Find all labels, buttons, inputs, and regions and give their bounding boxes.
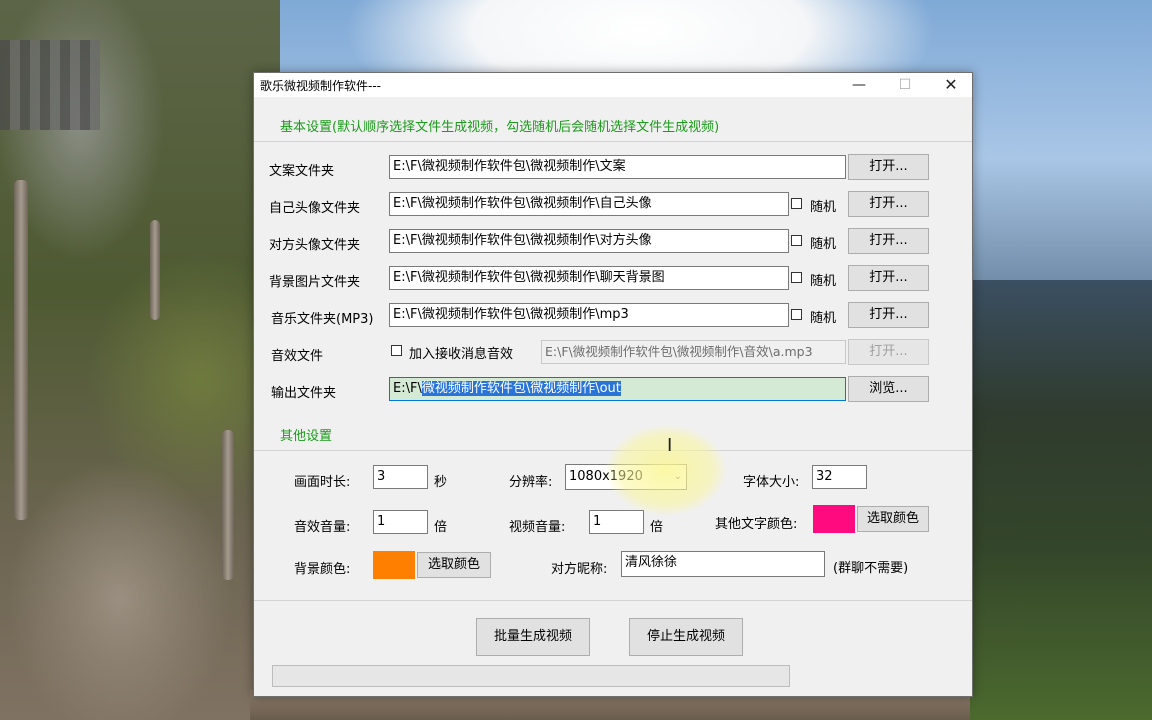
music-random-checkbox[interactable] — [791, 309, 802, 320]
other-avatar-random-label: 随机 — [810, 237, 837, 252]
output-folder-label: 输出文件夹 — [271, 386, 337, 401]
blurred-overlay — [0, 40, 100, 130]
output-path-prefix: E:\F\ — [393, 381, 422, 396]
other-text-color-pick-button[interactable]: 选取颜色 — [857, 506, 929, 532]
sound-effect-checkbox[interactable] — [391, 345, 402, 356]
sound-effect-file-input: E:\F\微视频制作软件包\微视频制作\音效\a.mp3 — [541, 340, 846, 364]
music-random-label: 随机 — [810, 311, 837, 326]
sound-effect-open-button: 打开... — [848, 339, 929, 365]
cursor-highlight — [606, 425, 726, 515]
progress-bar — [272, 665, 790, 687]
resolution-label: 分辨率: — [509, 475, 553, 490]
batch-generate-button[interactable]: 批量生成视频 — [476, 618, 590, 656]
close-button[interactable]: ✕ — [928, 73, 974, 97]
sound-effect-checkbox-label: 加入接收消息音效 — [409, 347, 514, 362]
other-text-color-label: 其他文字颜色: — [715, 517, 798, 532]
video-volume-unit: 倍 — [650, 520, 664, 535]
other-text-color-swatch — [813, 505, 855, 533]
background-tree — [150, 220, 160, 320]
other-avatar-random-checkbox[interactable] — [791, 235, 802, 246]
nickname-label: 对方昵称: — [551, 562, 608, 577]
font-size-label: 字体大小: — [743, 475, 800, 490]
sound-effect-label: 音效文件 — [271, 349, 324, 364]
background-tree — [14, 180, 28, 520]
nickname-note: (群聊不需要) — [833, 561, 909, 576]
sfx-volume-label: 音效音量: — [294, 520, 351, 535]
copy-folder-label: 文案文件夹 — [269, 164, 335, 179]
music-folder-label: 音乐文件夹(MP3) — [271, 312, 374, 327]
bg-color-label: 背景颜色: — [294, 562, 351, 577]
bg-image-random-label: 随机 — [810, 274, 837, 289]
duration-unit: 秒 — [434, 475, 448, 490]
stop-generate-button[interactable]: 停止生成视频 — [629, 618, 743, 656]
duration-label: 画面时长: — [294, 475, 351, 490]
bg-image-open-button[interactable]: 打开... — [848, 265, 929, 291]
basic-settings-label: 基本设置(默认顺序选择文件生成视频，勾选随机后会随机选择文件生成视频) — [280, 120, 720, 135]
own-avatar-random-label: 随机 — [810, 200, 837, 215]
maximize-button[interactable]: ☐ — [882, 73, 928, 97]
music-open-button[interactable]: 打开... — [848, 302, 929, 328]
other-settings-label: 其他设置 — [280, 429, 333, 444]
divider — [254, 600, 972, 601]
nickname-input[interactable]: 清风徐徐 — [621, 551, 825, 577]
output-path-selection: 微视频制作软件包\微视频制作\out — [421, 381, 621, 396]
bg-image-random-checkbox[interactable] — [791, 272, 802, 283]
own-avatar-open-button[interactable]: 打开... — [848, 191, 929, 217]
bg-color-pick-button[interactable]: 选取颜色 — [417, 552, 491, 578]
minimize-button[interactable]: — — [836, 73, 882, 97]
copy-folder-open-button[interactable]: 打开... — [848, 154, 929, 180]
other-avatar-folder-input[interactable]: E:\F\微视频制作软件包\微视频制作\对方头像 — [389, 229, 789, 253]
output-folder-input[interactable]: E:\F\微视频制作软件包\微视频制作\out — [389, 377, 846, 401]
title-bar: 歌乐微视频制作软件--- — ☐ ✕ — [254, 73, 972, 97]
music-folder-input[interactable]: E:\F\微视频制作软件包\微视频制作\mp3 — [389, 303, 789, 327]
window-title: 歌乐微视频制作软件--- — [260, 79, 381, 93]
video-volume-input[interactable]: 1 — [589, 510, 644, 534]
bg-image-folder-label: 背景图片文件夹 — [269, 275, 361, 290]
video-volume-label: 视频音量: — [509, 520, 566, 535]
own-avatar-folder-label: 自己头像文件夹 — [269, 201, 361, 216]
other-avatar-open-button[interactable]: 打开... — [848, 228, 929, 254]
own-avatar-folder-input[interactable]: E:\F\微视频制作软件包\微视频制作\自己头像 — [389, 192, 789, 216]
copy-folder-input[interactable]: E:\F\微视频制作软件包\微视频制作\文案 — [389, 155, 846, 179]
text-cursor-icon: I — [667, 435, 673, 456]
bg-image-folder-input[interactable]: E:\F\微视频制作软件包\微视频制作\聊天背景图 — [389, 266, 789, 290]
font-size-input[interactable]: 32 — [812, 465, 867, 489]
bg-color-swatch — [373, 551, 415, 579]
duration-input[interactable]: 3 — [373, 465, 428, 489]
background-forest — [960, 280, 1152, 720]
divider — [254, 141, 972, 142]
app-window: 歌乐微视频制作软件--- — ☐ ✕ 基本设置(默认顺序选择文件生成视频，勾选随… — [253, 72, 973, 697]
output-browse-button[interactable]: 浏览... — [848, 376, 929, 402]
sfx-volume-unit: 倍 — [434, 520, 448, 535]
own-avatar-random-checkbox[interactable] — [791, 198, 802, 209]
background-tree — [222, 430, 234, 580]
other-avatar-folder-label: 对方头像文件夹 — [269, 238, 361, 253]
sfx-volume-input[interactable]: 1 — [373, 510, 428, 534]
